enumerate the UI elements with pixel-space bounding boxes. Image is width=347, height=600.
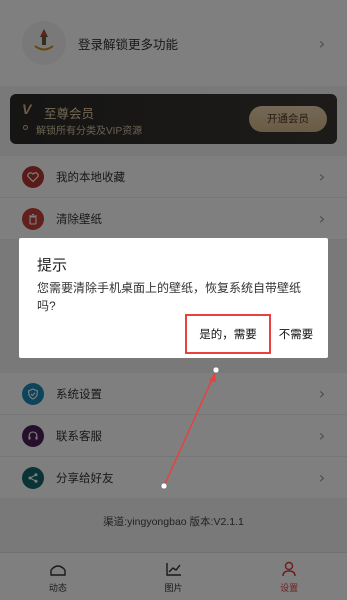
dialog-title: 提示 — [37, 257, 68, 274]
confirm-yes-button[interactable]: 是的，需要 — [185, 314, 271, 354]
confirm-no-button[interactable]: 不需要 — [271, 314, 321, 354]
dialog-message: 您需要清除手机桌面上的壁纸，恢复系统自带壁纸吗? — [37, 281, 302, 313]
